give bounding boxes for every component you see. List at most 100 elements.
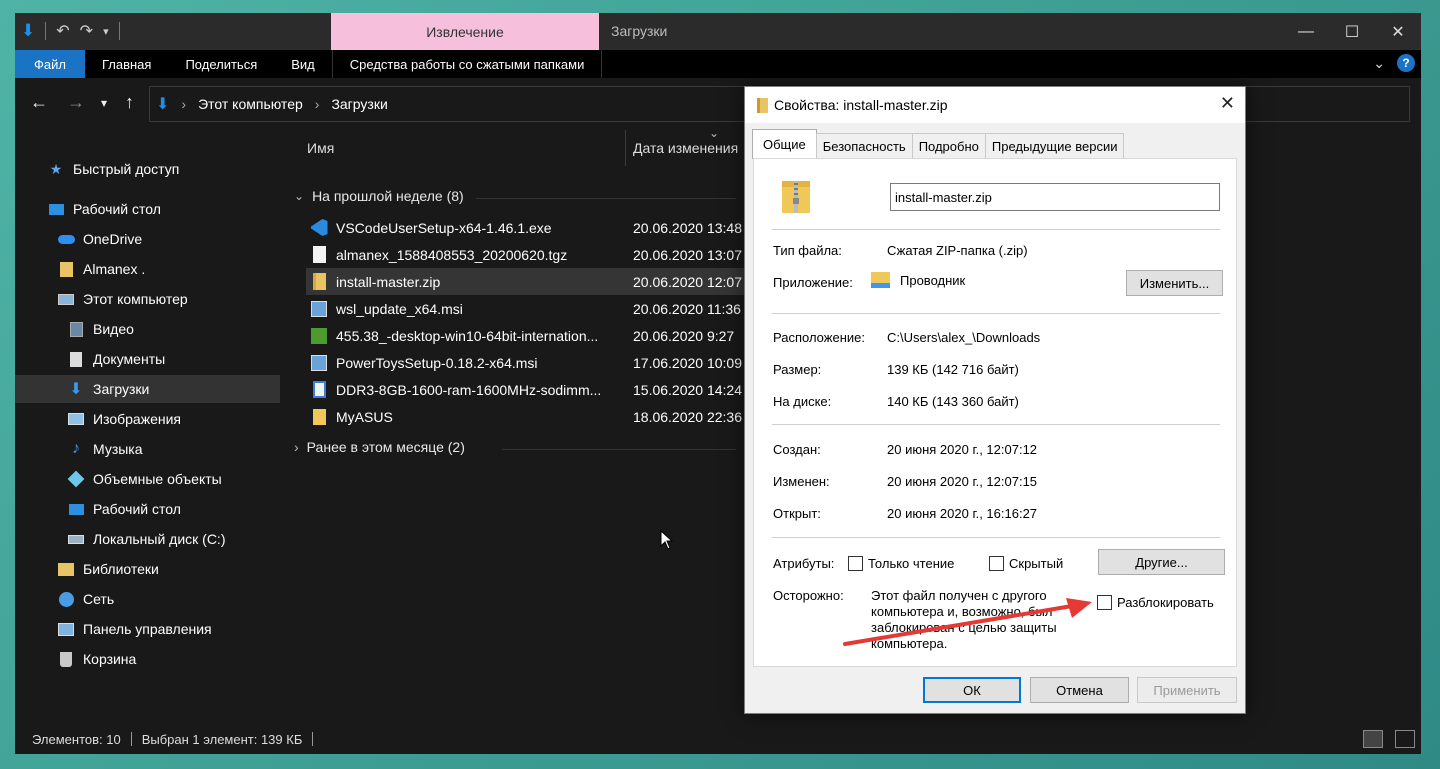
file-row[interactable]: almanex_1588408553_20200620.tgz 20.06.20… (306, 241, 744, 268)
tab-file[interactable]: Файл (15, 50, 85, 78)
back-arrow-icon[interactable]: ← (30, 92, 48, 113)
tab-compressed-tools[interactable]: Средства работы со сжатыми папками (331, 50, 603, 78)
nav-item-3d-objects[interactable]: Объемные объекты (15, 465, 280, 493)
file-row-selected[interactable]: install-master.zip 20.06.2020 12:07 (306, 268, 744, 295)
tab-home[interactable]: Главная (85, 50, 168, 78)
breadcrumb-this-pc[interactable]: Этот компьютер (198, 96, 303, 112)
close-button[interactable]: ✕ (1375, 13, 1421, 50)
readonly-checkbox[interactable] (848, 556, 863, 571)
large-icons-view-icon[interactable] (1395, 730, 1415, 748)
minimize-button[interactable]: — (1283, 13, 1329, 50)
nav-label: Рабочий стол (73, 201, 161, 217)
group-header-earlier-this-month[interactable]: › Ранее в этом месяце (2) (294, 439, 465, 455)
breadcrumb-downloads[interactable]: Загрузки (331, 96, 387, 112)
network-icon (57, 590, 75, 608)
address-bar[interactable]: ⬇ › Этот компьютер › Загрузки (149, 86, 749, 122)
nav-item-recycle-bin[interactable]: Корзина (15, 645, 280, 673)
unblock-checkbox[interactable] (1097, 595, 1112, 610)
nav-item-almanex[interactable]: Almanex . (15, 255, 280, 283)
column-header-name[interactable]: Имя (307, 130, 334, 166)
navigation-pane: ★ Быстрый доступ Рабочий стол OneDrive A… (15, 130, 283, 724)
ok-button[interactable]: ОК (923, 677, 1021, 703)
nav-item-videos[interactable]: Видео (15, 315, 280, 343)
file-icon (310, 380, 328, 400)
nav-item-libraries[interactable]: Библиотеки (15, 555, 280, 583)
tab-details[interactable]: Подробно (911, 133, 986, 159)
file-name-field[interactable] (890, 183, 1220, 211)
folder-icon (310, 407, 328, 427)
file-row[interactable]: VSCodeUserSetup-x64-1.46.1.exe 20.06.202… (306, 214, 744, 241)
details-view-icon[interactable] (1363, 730, 1383, 748)
maximize-button[interactable]: ☐ (1329, 13, 1375, 50)
nav-item-desktop[interactable]: Рабочий стол (15, 195, 280, 223)
zip-folder-icon (780, 177, 812, 215)
dialog-close-icon[interactable]: ✕ (1220, 93, 1235, 114)
file-row[interactable]: 455.38_-desktop-win10-64bit-internation.… (306, 322, 744, 349)
section-divider (772, 537, 1220, 538)
nav-item-local-disk[interactable]: Локальный диск (C:) (15, 525, 280, 553)
breadcrumb-chevron-icon[interactable]: › (315, 96, 320, 112)
tab-share[interactable]: Поделиться (168, 50, 274, 78)
column-header-date[interactable]: Дата изменения (633, 130, 738, 166)
undo-icon[interactable]: ↶ (56, 21, 69, 41)
nav-item-downloads[interactable]: ⬇ Загрузки (15, 375, 280, 403)
file-name: PowerToysSetup-0.18.2-x64.msi (336, 354, 538, 371)
group-header-last-week[interactable]: ⌄ На прошлой неделе (8) (294, 188, 464, 204)
column-divider[interactable] (625, 130, 626, 166)
extract-context-tab[interactable]: Извлечение (331, 13, 599, 50)
size-label: Размер: (773, 362, 822, 377)
file-row[interactable]: DDR3-8GB-1600-ram-1600MHz-sodimm... 15.0… (306, 376, 744, 403)
file-name: 455.38_-desktop-win10-64bit-internation.… (336, 327, 599, 344)
change-button[interactable]: Изменить... (1126, 270, 1223, 296)
file-type-label: Тип файла: (773, 243, 842, 258)
forward-arrow-icon[interactable]: → (67, 92, 85, 113)
redo-icon[interactable]: ↷ (80, 21, 93, 41)
expand-ribbon-icon[interactable]: ⌄ (1373, 55, 1385, 72)
control-panel-icon (57, 620, 75, 638)
nav-label: Рабочий стол (93, 501, 181, 517)
file-date: 18.06.2020 22:36 (633, 408, 742, 425)
nav-item-pictures[interactable]: Изображения (15, 405, 280, 433)
file-name: DDR3-8GB-1600-ram-1600MHz-sodimm... (336, 381, 602, 398)
nav-item-onedrive[interactable]: OneDrive (15, 225, 280, 253)
file-row[interactable]: MyASUS 18.06.2020 22:36 (306, 403, 744, 430)
file-date: 20.06.2020 13:07 (633, 246, 742, 263)
title-bar: ⬇ ↶ ↷ ▾ Извлечение Загрузки — ☐ ✕ (15, 13, 1421, 50)
recent-locations-icon[interactable]: ▾ (101, 96, 107, 110)
advanced-button[interactable]: Другие... (1098, 549, 1225, 575)
nav-item-desktop-pc[interactable]: Рабочий стол (15, 495, 280, 523)
breadcrumb-chevron-icon[interactable]: › (181, 96, 186, 112)
nav-item-this-pc[interactable]: Этот компьютер (15, 285, 280, 313)
tab-previous-versions[interactable]: Предыдущие версии (984, 133, 1125, 159)
hidden-label: Скрытый (1009, 556, 1064, 571)
hidden-checkbox[interactable] (989, 556, 1004, 571)
nav-item-network[interactable]: Сеть (15, 585, 280, 613)
3d-objects-icon (67, 470, 85, 488)
window-title: Загрузки (611, 23, 668, 39)
help-icon[interactable]: ? (1397, 54, 1415, 72)
download-arrow-icon[interactable]: ⬇ (21, 21, 35, 41)
up-arrow-icon[interactable]: ↑ (125, 92, 134, 113)
nav-label: Музыка (93, 441, 143, 457)
tab-general[interactable]: Общие (752, 129, 817, 159)
location-value: C:\Users\alex_\Downloads (887, 330, 1041, 345)
nav-label: OneDrive (83, 231, 143, 247)
file-row[interactable]: PowerToysSetup-0.18.2-x64.msi 17.06.2020… (306, 349, 744, 376)
attributes-label: Атрибуты: (773, 556, 835, 571)
cancel-button[interactable]: Отмена (1030, 677, 1129, 703)
section-divider (772, 229, 1220, 230)
group-label: На прошлой неделе (8) (312, 188, 464, 204)
tab-view[interactable]: Вид (274, 50, 332, 78)
apply-button[interactable]: Применить (1137, 677, 1237, 703)
nav-item-documents[interactable]: Документы (15, 345, 280, 373)
nvidia-icon (310, 326, 328, 346)
file-row[interactable]: wsl_update_x64.msi 20.06.2020 11:36 (306, 295, 744, 322)
customize-qat-icon[interactable]: ▾ (103, 25, 109, 38)
download-icon: ⬇ (69, 381, 83, 398)
toolbar-divider (45, 22, 47, 40)
tab-security[interactable]: Безопасность (815, 133, 913, 159)
nav-item-music[interactable]: ♪ Музыка (15, 435, 280, 463)
nav-item-quick-access[interactable]: ★ Быстрый доступ (15, 155, 280, 183)
nav-item-control-panel[interactable]: Панель управления (15, 615, 280, 643)
item-count: Элементов: 10 (32, 731, 121, 747)
